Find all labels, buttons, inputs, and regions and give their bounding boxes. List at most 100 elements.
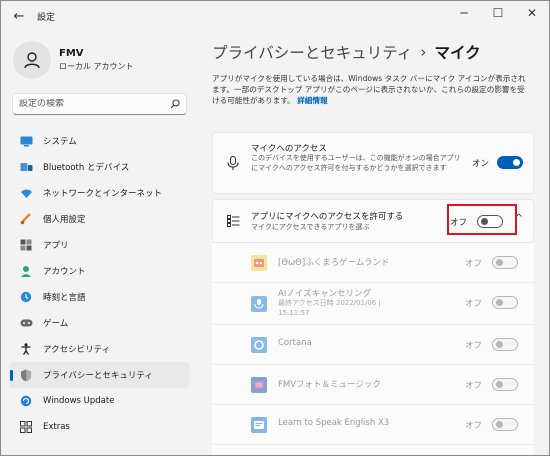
sidebar-nav: システム Bluetooth とデバイス ネットワークとインターネット 個人用設… [9, 128, 189, 440]
app-toggle-label: オフ [464, 298, 482, 309]
search-icon [170, 99, 180, 109]
sidebar-item-label: 個人用設定 [43, 215, 86, 225]
app-toggle[interactable] [492, 296, 518, 309]
microphone-access-toggle[interactable] [497, 156, 523, 169]
app-toggle-label: オフ [464, 258, 482, 269]
cortana-icon [251, 337, 267, 353]
person-icon [24, 52, 40, 69]
avatar [13, 41, 51, 79]
sidebar-item-privacy-security[interactable]: プライバシーとセキュリティ [9, 362, 189, 388]
bluetooth-icon [19, 160, 33, 174]
app-toggle-label: オフ [464, 380, 482, 391]
app-name: FMVフォト＆ミュージック [278, 380, 381, 390]
sidebar-item-label: システム [43, 137, 77, 147]
app-name: Cortana [278, 338, 312, 348]
settings-window: ← 設定 ─ ☐ ✕ FMV ローカル アカウント 設定の検索 システム Blu… [0, 0, 550, 456]
sidebar-item-apps[interactable]: アプリ [9, 232, 189, 258]
minimize-icon: ─ [460, 6, 468, 20]
extras-icon [19, 420, 33, 434]
breadcrumb-separator-icon: › [420, 43, 427, 61]
sidebar-item-label: アカウント [43, 267, 86, 277]
app-row-learn-english: Learn to Speak English X3 オフ [212, 405, 534, 445]
app-toggle-label: オフ [464, 420, 482, 431]
maximize-button[interactable]: ☐ [481, 1, 515, 25]
search-input[interactable] [19, 99, 170, 109]
app-name: AIノイズキャンセリング [278, 289, 372, 299]
sidebar-item-label: Bluetooth とデバイス [43, 163, 130, 173]
user-account-type: ローカル アカウント [59, 62, 134, 71]
accessibility-icon [19, 342, 33, 356]
minimize-button[interactable]: ─ [447, 1, 481, 25]
app-name: [ΘωΘ]ふくまろゲームランド [278, 258, 390, 268]
sidebar-item-extras[interactable]: Extras [9, 414, 189, 440]
title-bar: ← 設定 ─ ☐ ✕ [1, 1, 549, 31]
app-toggle-label: オフ [464, 340, 482, 351]
learn-more-link[interactable]: 詳細情報 [297, 96, 327, 105]
breadcrumb-parent[interactable]: プライバシーとセキュリティ [212, 41, 412, 63]
sidebar-item-label: Extras [43, 422, 70, 432]
apps-icon [19, 238, 33, 252]
highlight-box [447, 204, 517, 235]
sidebar-item-label: ゲーム [43, 319, 69, 329]
close-icon: ✕ [526, 6, 538, 20]
description-text: アプリがマイクを使用している場合は、Windows タスク バーにマイク アイコ… [212, 74, 526, 105]
sidebar-item-label: アプリ [43, 241, 69, 251]
sidebar-item-network[interactable]: ネットワークとインターネット [9, 180, 189, 206]
sidebar-item-personalization[interactable]: 個人用設定 [9, 206, 189, 232]
sidebar-item-accounts[interactable]: アカウント [9, 258, 189, 284]
sidebar-item-gaming[interactable]: ゲーム [9, 310, 189, 336]
app-row-fmv-photo: FMVフォト＆ミュージック オフ [212, 365, 534, 405]
app-row-ai-noise: AIノイズキャンセリング 最終アクセス日時 2022/01/06 | 15:11… [212, 283, 534, 325]
maximize-icon: ☐ [492, 6, 504, 20]
close-button[interactable]: ✕ [515, 1, 549, 25]
user-name: FMV [59, 48, 84, 59]
learn-english-icon [251, 417, 267, 433]
fmv-photo-music-icon [251, 377, 267, 393]
window-controls: ─ ☐ ✕ [447, 1, 549, 25]
app-last-access-time: 15:11:57 [278, 309, 310, 317]
fukumaro-game-icon [251, 255, 267, 271]
account-icon [19, 264, 33, 278]
app-list-icon [225, 213, 241, 229]
app-toggle[interactable] [492, 418, 518, 431]
search-box[interactable] [12, 93, 187, 115]
system-icon [19, 134, 33, 148]
back-button[interactable]: ← [7, 4, 31, 28]
privacy-shield-icon [19, 368, 33, 382]
sidebar-item-time-language[interactable]: 時刻と言語 [9, 284, 189, 310]
network-icon [19, 186, 33, 200]
breadcrumb: プライバシーとセキュリティ › マイク [212, 41, 481, 63]
app-last-access: 最終アクセス日時 2022/01/06 | [278, 299, 381, 307]
personalization-icon [19, 212, 33, 226]
sidebar-item-bluetooth[interactable]: Bluetooth とデバイス [9, 154, 189, 180]
microphone-access-title: マイクへのアクセス [251, 144, 327, 154]
sidebar-item-windows-update[interactable]: Windows Update [9, 388, 189, 414]
sidebar-item-label: プライバシーとセキュリティ [43, 371, 153, 381]
microphone-access-toggle-label: オン [471, 158, 489, 169]
app-access-subtitle: マイクにアクセスできるアプリを選ぶ [251, 223, 370, 231]
app-row-cortana: Cortana オフ [212, 325, 534, 365]
app-row-fukumaro: [ΘωΘ]ふくまろゲームランド オフ [212, 243, 534, 283]
sidebar-item-system[interactable]: システム [9, 128, 189, 154]
sidebar-item-label: アクセシビリティ [43, 345, 111, 355]
microphone-access-card: マイクへのアクセス このデバイスを使用するユーザーは、この機能がオンの場合アプリ… [212, 132, 534, 194]
sidebar-item-label: Windows Update [43, 396, 115, 406]
app-toggle[interactable] [492, 338, 518, 351]
app-toggle[interactable] [492, 378, 518, 391]
app-access-title: アプリにマイクへのアクセスを許可する [251, 212, 404, 222]
microphone-icon [225, 155, 241, 171]
microphone-access-subtitle: このデバイスを使用するユーザーは、この機能がオンの場合アプリにマイクへのアクセス… [251, 154, 461, 172]
app-toggle[interactable] [492, 256, 518, 269]
app-name: Learn to Speak English X3 [278, 418, 390, 428]
window-title: 設定 [37, 12, 56, 23]
page-description: アプリがマイクを使用している場合は、Windows タスク バーにマイク アイコ… [212, 73, 532, 106]
page-title: マイク [434, 44, 481, 62]
gaming-icon [19, 316, 33, 330]
sidebar-item-label: 時刻と言語 [43, 293, 86, 303]
sidebar-item-label: ネットワークとインターネット [43, 189, 163, 199]
sidebar-item-accessibility[interactable]: アクセシビリティ [9, 336, 189, 362]
ai-noise-cancel-icon [251, 296, 267, 312]
app-row-partial [212, 445, 534, 455]
user-profile[interactable]: FMV ローカル アカウント [13, 41, 134, 79]
windows-update-icon [19, 394, 33, 408]
